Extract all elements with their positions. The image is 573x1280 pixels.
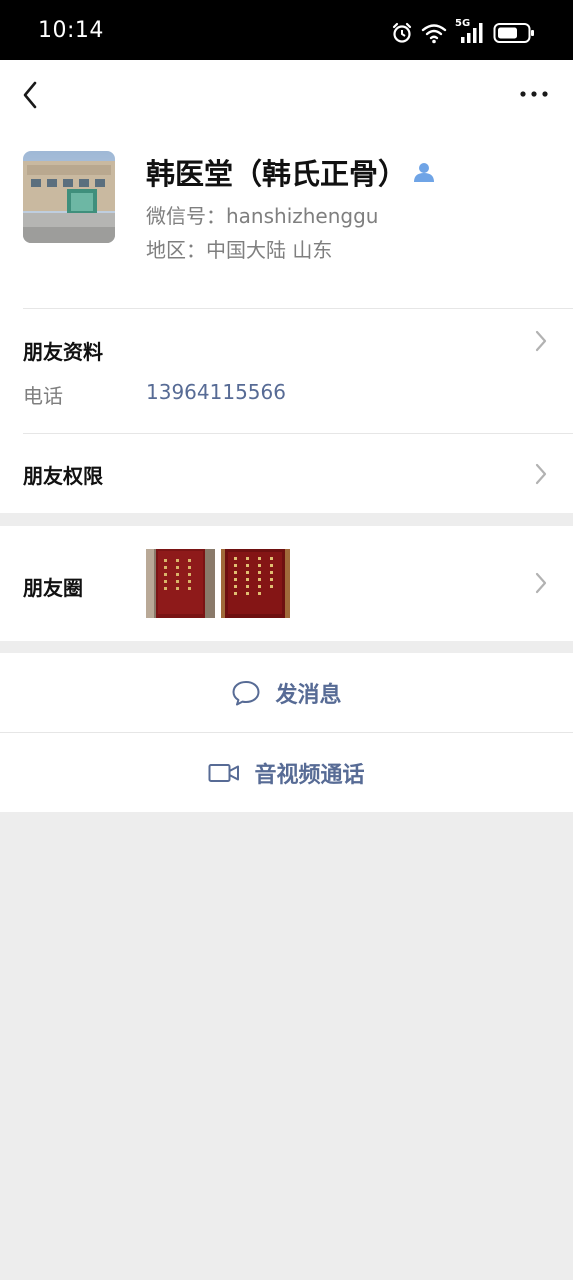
friend-permissions-row[interactable]: 朋友权限 xyxy=(0,434,573,513)
back-button[interactable] xyxy=(14,78,46,112)
video-camera-icon xyxy=(208,763,240,782)
send-message-label: 发消息 xyxy=(275,682,342,708)
profile-header: 韩医堂（韩氏正骨） 微信号：hanshizhenggu 地区：中国大陆 山东 xyxy=(0,130,573,308)
chevron-left-icon xyxy=(23,81,37,109)
moments-row[interactable]: 朋友圈 xyxy=(0,526,573,641)
nav-bar xyxy=(0,60,573,130)
status-icons: 5G xyxy=(391,18,535,47)
status-bar: 10:14 5G xyxy=(0,0,573,60)
action-panel: 发消息 音视频通话 xyxy=(0,653,573,812)
signal-5g-icon: 5G xyxy=(455,18,485,45)
moment-thumbnail[interactable] xyxy=(221,549,290,618)
status-time: 10:14 xyxy=(38,18,104,43)
friend-permissions-title: 朋友权限 xyxy=(23,464,103,488)
wechat-id: 微信号：hanshizhenggu xyxy=(146,204,379,228)
chat-bubble-icon xyxy=(232,680,260,705)
more-dots-icon xyxy=(520,91,548,97)
friend-info-row[interactable]: 朋友资料 xyxy=(0,309,573,433)
chevron-right-icon xyxy=(535,330,547,352)
battery-icon xyxy=(493,22,535,44)
nickname-row: 韩医堂（韩氏正骨） xyxy=(146,150,435,194)
video-call-button[interactable]: 音视频通话 xyxy=(0,733,573,812)
phone-label: 电话 xyxy=(23,384,63,408)
phone-number-link[interactable]: 13964115566 xyxy=(146,380,286,404)
alarm-icon xyxy=(391,22,413,44)
wifi-icon xyxy=(421,22,447,44)
more-button[interactable] xyxy=(517,80,551,108)
send-message-button[interactable]: 发消息 xyxy=(0,653,573,732)
moment-thumbnail[interactable] xyxy=(146,549,215,618)
nickname: 韩医堂（韩氏正骨） xyxy=(146,157,408,191)
video-call-label: 音视频通话 xyxy=(254,762,365,788)
user-badge-icon xyxy=(413,161,435,187)
chevron-right-icon xyxy=(535,572,547,594)
avatar[interactable] xyxy=(23,151,115,243)
friend-info-title: 朋友资料 xyxy=(23,340,103,364)
chevron-right-icon xyxy=(535,463,547,485)
region: 地区：中国大陆 山东 xyxy=(146,238,333,262)
moments-title: 朋友圈 xyxy=(23,576,83,600)
